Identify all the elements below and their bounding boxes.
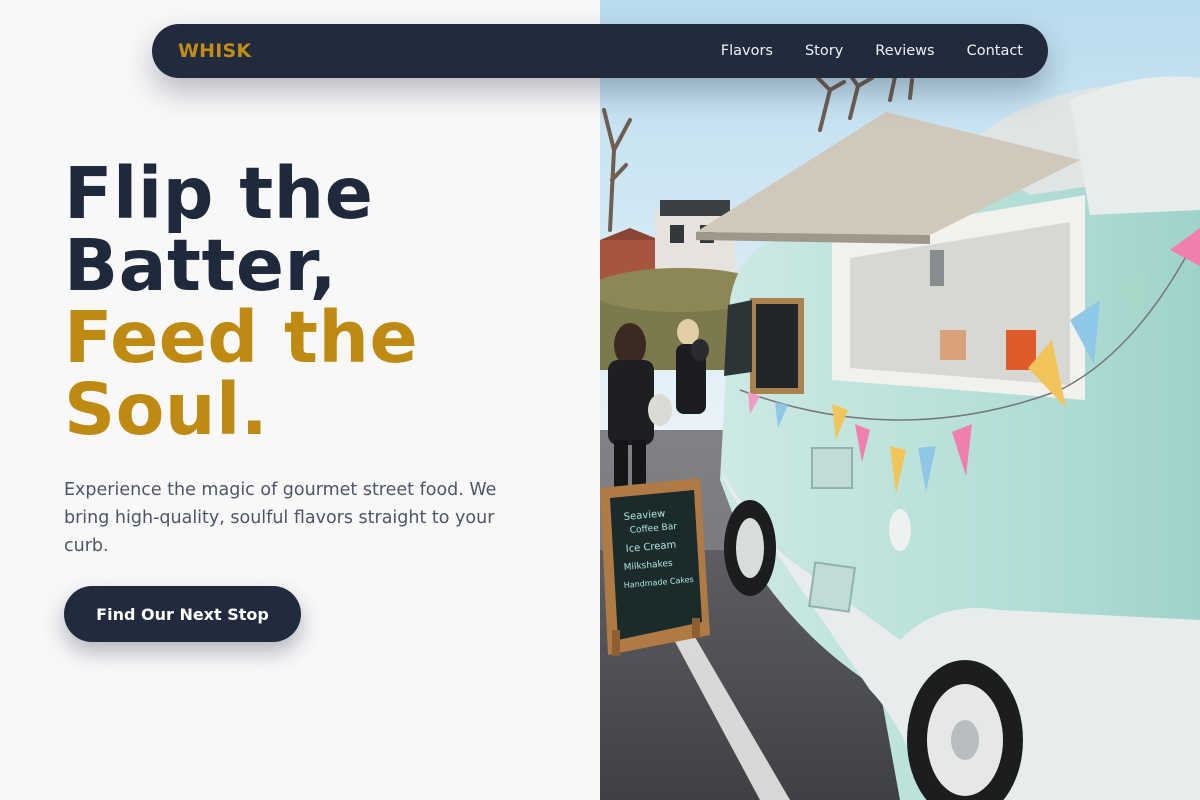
hero-section: Flip the Batter, Feed the Soul. Experien… (64, 158, 584, 560)
nav-link-contact[interactable]: Contact (967, 43, 1023, 59)
hero-photo: Seaview Coffee Bar Ice Cream Milkshakes … (600, 0, 1200, 800)
headline-line-2: Batter, (64, 224, 338, 307)
headline-line-4: Soul. (64, 368, 269, 451)
food-truck-illustration: Seaview Coffee Bar Ice Cream Milkshakes … (600, 0, 1200, 800)
nav-link-reviews[interactable]: Reviews (875, 43, 934, 59)
hero-subtext: Experience the magic of gourmet street f… (64, 480, 497, 556)
chalkboard-sign: Seaview Coffee Bar Ice Cream Milkshakes … (600, 478, 710, 656)
find-next-stop-button[interactable]: Find Our Next Stop (64, 586, 301, 642)
nav-links: Flavors Story Reviews Contact (689, 43, 1023, 59)
brand-logo[interactable]: WHISK (178, 40, 251, 62)
nav-link-story[interactable]: Story (805, 43, 843, 59)
top-nav: WHISK Flavors Story Reviews Contact (152, 24, 1048, 78)
nav-link-flavors[interactable]: Flavors (721, 43, 773, 59)
hero-headline: Flip the Batter, Feed the Soul. (64, 158, 584, 446)
headline-line-1: Flip the (64, 152, 374, 235)
headline-line-3: Feed the (64, 296, 419, 379)
